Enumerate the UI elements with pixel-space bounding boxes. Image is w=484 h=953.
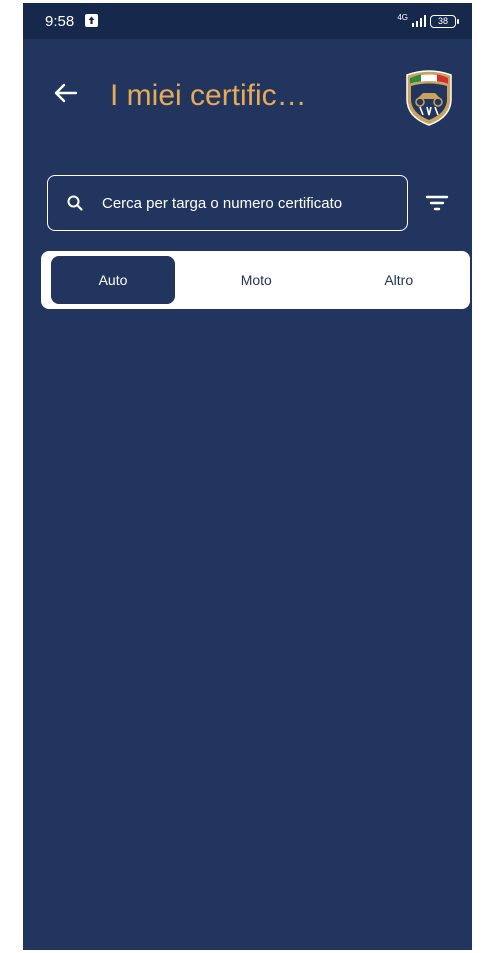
tab-auto[interactable]: Auto [51, 256, 175, 304]
category-tabs: Auto Moto Altro [41, 251, 470, 309]
tab-label: Moto [240, 272, 272, 288]
search-row [47, 175, 449, 233]
signal-icon [412, 15, 426, 27]
filter-icon [425, 195, 449, 211]
search-input[interactable] [102, 188, 392, 218]
tab-moto[interactable]: Moto [185, 256, 328, 304]
network-type: 4G [397, 13, 408, 22]
page-title: I miei certific… [110, 79, 307, 112]
tab-label: Altro [384, 272, 414, 288]
battery-icon: 38 [430, 14, 459, 28]
search-icon [67, 195, 83, 211]
certificates-list [23, 323, 472, 943]
filter-button[interactable] [425, 192, 449, 214]
battery-level: 38 [437, 16, 448, 26]
search-field[interactable] [47, 175, 408, 231]
tab-label: Auto [98, 272, 128, 288]
back-button[interactable] [53, 81, 79, 105]
app-screen: 9:58 4G 38 I miei certific… Cerca per ta… [23, 3, 472, 950]
status-time: 9:58 [45, 13, 75, 30]
status-indicators: 4G 38 [397, 12, 459, 30]
app-bar: I miei certific… [23, 39, 472, 139]
arrow-left-icon [54, 83, 78, 103]
tab-altro[interactable]: Altro [328, 256, 471, 304]
asi-logo-icon [403, 69, 455, 127]
status-bar: 9:58 4G 38 [23, 3, 472, 39]
upload-notification-icon [85, 14, 98, 27]
